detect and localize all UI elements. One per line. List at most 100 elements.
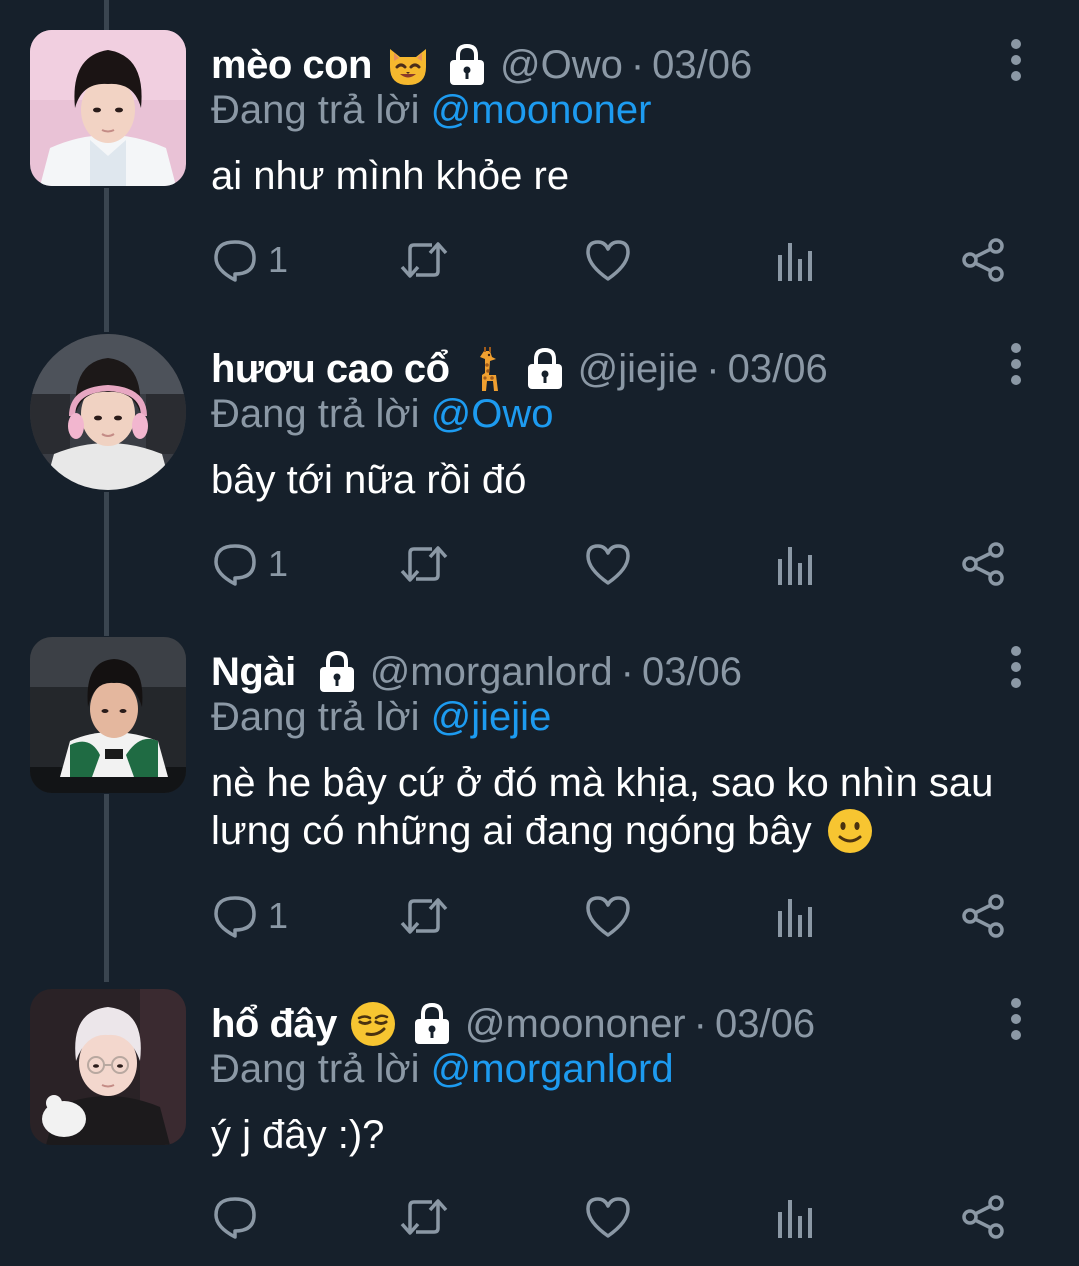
tweet-text: nè he bây cứ ở đó mà khịa, sao ko nhìn s… <box>211 759 1031 855</box>
reply-prefix: Đang trả lời <box>211 695 420 739</box>
user-handle[interactable]: @morganlord <box>370 650 613 695</box>
avatar[interactable] <box>30 30 186 186</box>
lock-icon <box>316 650 358 694</box>
retweet-icon <box>400 242 448 278</box>
reply-mention-link[interactable]: @jiejie <box>431 695 552 739</box>
retweet-button[interactable] <box>398 537 450 591</box>
slightly-smiling-face-emoji <box>826 807 874 855</box>
lock-icon <box>411 1002 453 1046</box>
tweet-date[interactable]: 03/06 <box>715 1002 815 1047</box>
share-icon <box>962 238 1004 282</box>
avatar[interactable] <box>30 637 186 793</box>
retweet-icon <box>400 546 448 582</box>
display-name[interactable]: mèo con <box>211 43 372 88</box>
reply-button[interactable]: 1 <box>212 889 288 943</box>
separator: · <box>630 42 645 87</box>
analytics-button[interactable] <box>776 889 816 943</box>
reply-prefix: Đang trả lời <box>211 392 420 436</box>
reply-count: 1 <box>268 239 289 280</box>
more-options-icon[interactable] <box>1000 38 1032 82</box>
reply-button[interactable]: 1 <box>212 233 288 287</box>
tweet-header: Ngài @morganlord · 03/06 <box>211 647 742 697</box>
share-icon <box>962 542 1004 586</box>
retweet-button[interactable] <box>398 1190 450 1244</box>
thread-line <box>104 0 109 30</box>
share-icon <box>962 1195 1004 1239</box>
smirking-face-emoji <box>349 1000 397 1048</box>
like-icon <box>586 1197 630 1238</box>
lock-icon <box>446 43 488 87</box>
display-name[interactable]: Ngài <box>211 650 296 695</box>
display-name[interactable]: hổ đây <box>211 1002 337 1047</box>
reply-prefix: Đang trả lời <box>211 1047 420 1091</box>
reply-icon <box>214 1197 256 1239</box>
like-button[interactable] <box>584 537 632 591</box>
reply-button[interactable]: 1 <box>212 537 288 591</box>
user-handle[interactable]: @jiejie <box>578 347 699 392</box>
analytics-icon <box>778 1200 812 1238</box>
more-options-icon[interactable] <box>1000 342 1032 386</box>
avatar[interactable] <box>30 334 186 490</box>
like-button[interactable] <box>584 889 632 943</box>
reply-mention-link[interactable]: @Owo <box>431 392 554 436</box>
analytics-icon <box>778 547 812 585</box>
tweet-date[interactable]: 03/06 <box>728 347 828 392</box>
like-button[interactable] <box>584 233 632 287</box>
tweet-header: hươu cao cổ @jiejie · 03/06 <box>211 344 828 394</box>
more-options-icon[interactable] <box>1000 997 1032 1041</box>
tweet-date[interactable]: 03/06 <box>652 43 752 88</box>
retweet-button[interactable] <box>398 889 450 943</box>
analytics-button[interactable] <box>776 233 816 287</box>
share-icon <box>962 894 1004 938</box>
tweet-actions: 1 <box>0 537 1079 591</box>
like-icon <box>586 544 630 585</box>
tweet-header: mèo con @Owo · 03/06 <box>211 40 752 90</box>
share-button[interactable] <box>960 233 1006 287</box>
reply-mention-link[interactable]: @morganlord <box>431 1047 674 1091</box>
lock-icon <box>524 347 566 391</box>
user-handle[interactable]: @Owo <box>500 43 623 88</box>
tweet-actions: 1 <box>0 233 1079 287</box>
reply-context: Đang trả lời @Owo <box>211 392 554 437</box>
like-icon <box>586 896 630 937</box>
separator: · <box>706 346 720 391</box>
tweet-actions: 1 <box>0 889 1079 943</box>
tweet-date[interactable]: 03/06 <box>642 650 742 695</box>
tweet-header: hổ đây @moononer · 03/06 <box>211 999 815 1049</box>
like-button[interactable] <box>584 1190 632 1244</box>
tweet[interactable]: Ngài @morganlord · 03/06 Đang trả lời @j… <box>0 637 1079 977</box>
giraffe-emoji <box>462 345 510 393</box>
tweet-text-line: nè he bây cứ ở đó mà khịa, sao ko nhìn s… <box>211 761 994 805</box>
like-icon <box>586 240 630 281</box>
avatar[interactable] <box>30 989 186 1145</box>
display-name[interactable]: hươu cao cổ <box>211 347 450 392</box>
reply-context: Đang trả lời @moononer <box>211 88 651 133</box>
reply-mention-link[interactable]: @moononer <box>431 88 652 132</box>
tweet-text: bây tới nữa rồi đó <box>211 458 527 502</box>
share-button[interactable] <box>960 889 1006 943</box>
separator: · <box>620 649 634 694</box>
analytics-icon <box>778 243 812 281</box>
reply-count: 1 <box>268 543 289 584</box>
retweet-icon <box>400 898 448 934</box>
more-options-icon[interactable] <box>1000 645 1032 689</box>
reply-count: 1 <box>268 895 289 936</box>
share-button[interactable] <box>960 1190 1006 1244</box>
tweet-text: ai như mình khỏe re <box>211 154 570 198</box>
analytics-button[interactable] <box>776 1190 816 1244</box>
tweet[interactable]: hổ đây @moononer · 03/06 Đang trả lời @m… <box>0 989 1079 1266</box>
reply-button[interactable] <box>212 1190 268 1244</box>
user-handle[interactable]: @moononer <box>465 1002 686 1047</box>
tweet-actions <box>0 1190 1079 1244</box>
reply-prefix: Đang trả lời <box>211 88 420 132</box>
tweet[interactable]: hươu cao cổ @jiejie · 03/06 Đang trả lời… <box>0 334 1079 624</box>
analytics-icon <box>778 899 812 937</box>
reply-context: Đang trả lời @morganlord <box>211 1047 674 1092</box>
reply-icon <box>214 240 256 282</box>
tweet[interactable]: mèo con @Owo · 03/06 Đang trả lời @moono… <box>0 30 1079 320</box>
retweet-button[interactable] <box>398 233 450 287</box>
tweet-text-line: lưng có những ai đang ngóng bây <box>211 809 812 853</box>
analytics-button[interactable] <box>776 537 816 591</box>
share-button[interactable] <box>960 537 1006 591</box>
tweet-text: ý j đây :)? <box>211 1113 385 1157</box>
